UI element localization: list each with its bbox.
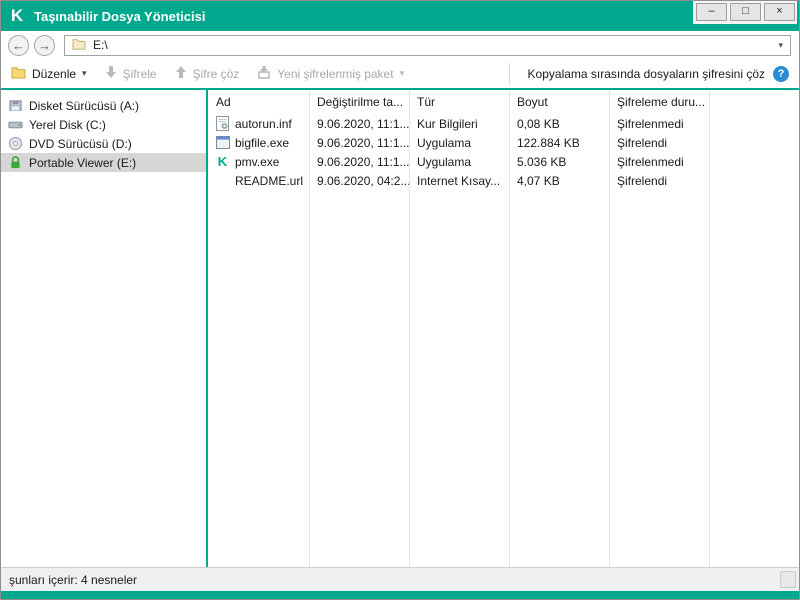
- back-button[interactable]: ←: [8, 34, 29, 56]
- kaspersky-logo-icon: K: [10, 6, 24, 25]
- forward-button[interactable]: →: [34, 34, 55, 56]
- file-encryption: Şifrelenmedi: [617, 116, 684, 131]
- navigation-bar: ← → E:\ ▾: [1, 31, 799, 59]
- file-type: Kur Bilgileri: [417, 116, 478, 131]
- file-row[interactable]: K pmv.exe 9.06.2020, 11:1... Uygulama 5.…: [208, 152, 799, 171]
- status-bar: şunları içerir: 4 nesneler: [1, 567, 799, 591]
- file-name: pmv.exe: [235, 154, 280, 169]
- caret-down-icon: ▾: [399, 68, 405, 78]
- file-row[interactable]: bigfile.exe 9.06.2020, 11:1... Uygulama …: [208, 133, 799, 152]
- decrypt-button[interactable]: Şifre çöz: [175, 65, 240, 82]
- address-bar[interactable]: E:\ ▾: [64, 34, 791, 56]
- column-divider[interactable]: [509, 90, 510, 567]
- file-name: bigfile.exe: [235, 135, 290, 150]
- titlebar: K Taşınabilir Dosya Yöneticisi: [1, 1, 799, 31]
- caret-down-icon: ▾: [82, 68, 87, 78]
- file-size: 122.884 KB: [517, 135, 580, 150]
- content-area: Disket Sürücüsü (A:) Yerel Disk (C:) DVD…: [1, 90, 799, 567]
- file-encryption: Şifrelendi: [617, 173, 668, 188]
- file-type: Uygulama: [417, 135, 472, 150]
- file-modified: 9.06.2020, 11:1...: [317, 116, 409, 131]
- file-encryption: Şifrelendi: [617, 135, 668, 150]
- file-name-cell: K pmv.exe: [208, 154, 309, 169]
- setup-info-file-icon: [215, 116, 230, 131]
- maximize-button[interactable]: □: [730, 3, 761, 21]
- forward-arrow-icon: →: [38, 37, 51, 53]
- decrypt-arrow-up-icon: [175, 65, 187, 82]
- window-controls: – □ ×: [693, 1, 797, 24]
- kaspersky-app-icon: K: [217, 154, 228, 169]
- decrypt-label: Şifre çöz: [192, 66, 240, 81]
- sidebar-item-label: Disket Sürücüsü (A:): [29, 98, 140, 113]
- column-header-name[interactable]: Ad: [208, 95, 309, 109]
- organize-label: Düzenle: [32, 66, 77, 81]
- sidebar-item-label: Yerel Disk (C:): [29, 117, 106, 132]
- address-text: E:\: [93, 38, 108, 52]
- file-name-cell: README.url: [208, 174, 309, 188]
- statusbar-grip[interactable]: [780, 571, 796, 588]
- status-text: şunları içerir: 4 nesneler: [9, 572, 138, 587]
- close-button[interactable]: ×: [764, 3, 795, 21]
- file-name-cell: autorun.inf: [208, 116, 309, 131]
- file-encryption: Şifrelenmedi: [617, 154, 684, 169]
- file-row[interactable]: README.url 9.06.2020, 04:2... Internet K…: [208, 171, 799, 190]
- file-modified: 9.06.2020, 11:1...: [317, 154, 409, 169]
- file-size: 0,08 KB: [517, 116, 560, 131]
- sidebar-item-dvd-d[interactable]: DVD Sürücüsü (D:): [1, 134, 206, 153]
- new-package-label: Yeni şifrelenmiş paket: [277, 66, 394, 81]
- decrypt-on-copy-option[interactable]: Kopyalama sırasında dosyaların şifresini…: [527, 65, 789, 82]
- file-list-header: Ad Değiştirilme ta... Tür Boyut Şifrelem…: [208, 90, 799, 114]
- file-name: autorun.inf: [235, 116, 292, 131]
- minimize-button[interactable]: –: [696, 3, 727, 21]
- back-arrow-icon: ←: [12, 37, 25, 53]
- hard-disk-icon: [7, 117, 23, 132]
- help-icon[interactable]: ?: [773, 65, 789, 82]
- toolbar-separator: [508, 62, 510, 85]
- sidebar-item-local-disk-c[interactable]: Yerel Disk (C:): [1, 115, 206, 134]
- column-divider[interactable]: [409, 90, 410, 567]
- file-name-cell: bigfile.exe: [208, 136, 309, 150]
- organize-button[interactable]: Düzenle ▾: [11, 66, 87, 82]
- file-name: README.url: [235, 173, 304, 188]
- lock-icon: [7, 155, 23, 170]
- column-divider[interactable]: [609, 90, 610, 567]
- column-header-encryption[interactable]: Şifreleme duru...: [609, 95, 709, 109]
- portable-file-manager-window: – □ × K Taşınabilir Dosya Yöneticisi ← →…: [0, 0, 800, 600]
- application-file-icon: [215, 136, 230, 149]
- column-divider[interactable]: [709, 90, 710, 567]
- column-header-type[interactable]: Tür: [409, 95, 509, 109]
- dvd-drive-icon: [7, 136, 23, 151]
- bottom-accent-bar: [1, 591, 799, 599]
- window-title: Taşınabilir Dosya Yöneticisi: [34, 8, 206, 24]
- sidebar-item-label: DVD Sürücüsü (D:): [29, 136, 132, 151]
- sidebar-item-portable-viewer-e[interactable]: Portable Viewer (E:): [1, 153, 206, 172]
- toolbar: Düzenle ▾ Şifrele Şifre çöz Yeni şifrele…: [1, 59, 799, 90]
- file-row[interactable]: autorun.inf 9.06.2020, 11:1... Kur Bilgi…: [208, 114, 799, 133]
- new-encrypted-package-button[interactable]: Yeni şifrelenmiş paket ▾: [257, 65, 404, 82]
- file-type: Uygulama: [417, 154, 472, 169]
- sidebar-item-label: Portable Viewer (E:): [29, 155, 137, 170]
- encrypt-arrow-down-icon: [105, 65, 117, 82]
- encrypt-button[interactable]: Şifrele: [105, 65, 157, 82]
- address-folder-icon: [72, 38, 86, 53]
- folder-icon: [11, 66, 26, 82]
- column-header-size[interactable]: Boyut: [509, 95, 609, 109]
- file-type: Internet Kısay...: [417, 173, 501, 188]
- encrypt-label: Şifrele: [122, 66, 157, 81]
- column-divider[interactable]: [309, 90, 310, 567]
- file-size: 5.036 KB: [517, 154, 567, 169]
- file-size: 4,07 KB: [517, 173, 560, 188]
- decrypt-on-copy-label: Kopyalama sırasında dosyaların şifresini…: [527, 66, 765, 81]
- drive-tree: Disket Sürücüsü (A:) Yerel Disk (C:) DVD…: [1, 90, 206, 567]
- file-list: Ad Değiştirilme ta... Tür Boyut Şifrelem…: [208, 90, 799, 567]
- new-package-icon: [257, 65, 271, 82]
- column-header-modified[interactable]: Değiştirilme ta...: [309, 95, 409, 109]
- address-dropdown-icon[interactable]: ▾: [778, 40, 783, 51]
- floppy-drive-icon: [7, 98, 23, 113]
- file-modified: 9.06.2020, 04:2...: [317, 173, 409, 188]
- file-modified: 9.06.2020, 11:1...: [317, 135, 409, 150]
- sidebar-item-floppy-a[interactable]: Disket Sürücüsü (A:): [1, 96, 206, 115]
